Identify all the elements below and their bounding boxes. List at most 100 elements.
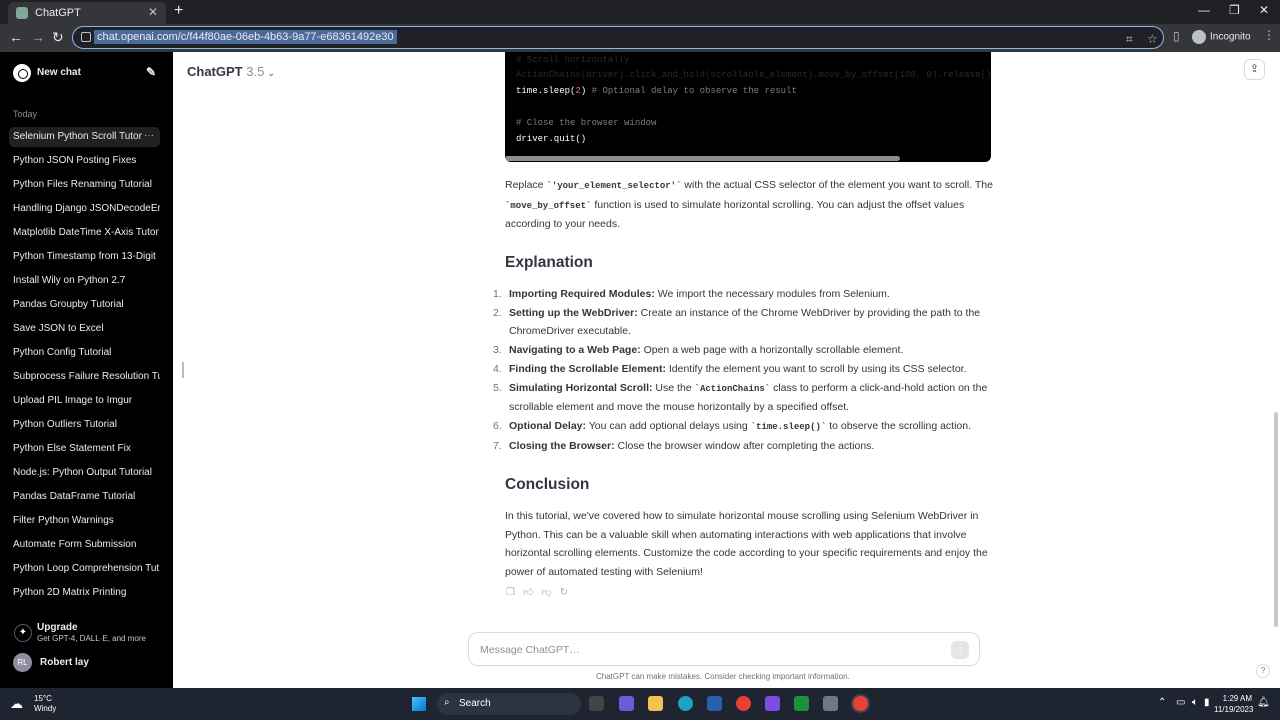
- chat-history-item[interactable]: Handling Django JSONDecodeErr: [9, 199, 160, 219]
- browser-toolbar: ← → ↻ chat.openai.com/c/f44f80ae-06eb-4b…: [0, 24, 1280, 52]
- page-scrollbar[interactable]: [1274, 412, 1278, 627]
- side-panel-icon[interactable]: ▯: [1173, 29, 1180, 43]
- heading-explanation: Explanation: [505, 254, 593, 271]
- chat-app-icon[interactable]: [619, 696, 634, 711]
- chat-history-item[interactable]: Node.js: Python Output Tutorial: [9, 463, 160, 483]
- store-icon[interactable]: [707, 696, 722, 711]
- section-label-today: Today: [13, 109, 38, 119]
- new-chat-button[interactable]: New chat ✎: [13, 64, 158, 84]
- reload-icon[interactable]: ↻: [52, 29, 64, 46]
- chat-history-item[interactable]: Matplotlib DateTime X-Axis Tutor: [9, 223, 160, 243]
- list-number: 7.: [493, 439, 502, 452]
- show-hidden-icons-icon[interactable]: ⌃: [1158, 697, 1166, 708]
- regenerate-icon[interactable]: ↻: [560, 587, 568, 598]
- browser-menu-icon[interactable]: ⋮: [1263, 28, 1275, 42]
- weather-widget[interactable]: 15°C Windy: [34, 694, 56, 714]
- chat-history-item[interactable]: Selenium Python Scroll Tutor ···: [9, 127, 160, 147]
- upgrade-subtitle: Get GPT-4, DALL·E, and more: [37, 634, 146, 643]
- task-view-icon[interactable]: [589, 696, 604, 711]
- chrome-active-icon[interactable]: [853, 696, 868, 711]
- chat-history-item[interactable]: Python Files Renaming Tutorial: [9, 175, 160, 195]
- upgrade-button[interactable]: ✦ Upgrade Get GPT-4, DALL·E, and more: [13, 622, 163, 648]
- notifications-icon[interactable]: 🔔︎: [1257, 697, 1270, 708]
- disclaimer: ChatGPT can make mistakes. Consider chec…: [596, 672, 850, 681]
- chat-history-item[interactable]: Python JSON Posting Fixes: [9, 151, 160, 171]
- system-clock[interactable]: 1:29 AM 11/19/2023: [1214, 693, 1253, 715]
- chat-history-label: Python Files Renaming Tutorial: [13, 179, 152, 190]
- model-version: 3.5: [246, 64, 265, 79]
- chat-history-item[interactable]: Automate Form Submission: [9, 535, 160, 555]
- copy-icon[interactable]: ❐: [506, 587, 515, 598]
- thumbs-up-icon[interactable]: 👍︎: [523, 587, 533, 598]
- step-text: Identify the element you want to scroll …: [665, 362, 967, 375]
- browser-tab[interactable]: ChatGPT ✕: [8, 2, 166, 24]
- step-title: Navigating to a Web Page:: [509, 344, 641, 357]
- chat-history-item[interactable]: Python Config Tutorial: [9, 343, 160, 363]
- incognito-indicator[interactable]: Incognito: [1192, 30, 1251, 44]
- help-icon[interactable]: ?: [1256, 664, 1270, 678]
- list-number: 2.: [493, 306, 502, 319]
- url-text[interactable]: chat.openai.com/c/f44f80ae-06eb-4b63-9a7…: [94, 30, 397, 44]
- share-icon[interactable]: ⇪: [1244, 59, 1265, 80]
- close-tab-icon[interactable]: ✕: [148, 5, 158, 19]
- maximize-icon[interactable]: ❐: [1229, 3, 1240, 17]
- code-scrollbar[interactable]: [505, 156, 900, 161]
- battery-icon[interactable]: ▮: [1204, 697, 1210, 708]
- forward-icon[interactable]: →: [31, 29, 45, 45]
- more-options-icon[interactable]: ···: [144, 130, 154, 141]
- code-line: driver.quit(): [516, 134, 587, 144]
- chat-history-label: Upload PIL Image to Imgur: [13, 395, 133, 406]
- taskbar-search[interactable]: ⌕ Search: [437, 693, 581, 715]
- address-bar[interactable]: chat.openai.com/c/f44f80ae-06eb-4b63-9a7…: [72, 26, 1164, 49]
- close-window-icon[interactable]: ✕: [1259, 3, 1269, 17]
- chat-history-item[interactable]: Python Timestamp from 13-Digit: [9, 247, 160, 267]
- weather-icon[interactable]: ☁: [10, 696, 23, 712]
- chat-history-item[interactable]: Install Wily on Python 2.7: [9, 271, 160, 291]
- list-item: 6. Optional Delay: You can add optional d…: [491, 417, 991, 437]
- site-info-icon[interactable]: [81, 32, 91, 42]
- edge-icon[interactable]: [678, 696, 693, 711]
- chat-history-item[interactable]: Upload PIL Image to Imgur: [9, 391, 160, 411]
- sidebar-resize-handle[interactable]: [182, 362, 184, 378]
- file-explorer-icon[interactable]: [648, 696, 663, 711]
- chat-history-item[interactable]: Pandas Groupby Tutorial: [9, 295, 160, 315]
- chat-history-item[interactable]: Save JSON to Excel: [9, 319, 160, 339]
- new-tab-icon[interactable]: +: [174, 2, 183, 20]
- windows-start-icon[interactable]: [412, 697, 426, 711]
- network-icon[interactable]: ▭: [1176, 697, 1185, 708]
- inline-code: `move_by_offset`: [505, 200, 592, 211]
- chat-history-label: Python 2D Matrix Printing: [13, 587, 127, 598]
- avatar: RL: [13, 653, 32, 672]
- list-number: 4.: [493, 362, 502, 375]
- chat-history-item[interactable]: Python Else Statement Fix: [9, 439, 160, 459]
- step-title: Optional Delay:: [509, 419, 587, 432]
- inline-code: `time.sleep()`: [750, 421, 827, 432]
- excel-icon[interactable]: [794, 696, 809, 711]
- app-icon[interactable]: [765, 696, 780, 711]
- chat-history-item[interactable]: Filter Python Warnings: [9, 511, 160, 531]
- thumbs-down-icon[interactable]: 👎︎: [541, 587, 551, 598]
- bookmark-star-icon[interactable]: ☆: [1147, 32, 1158, 46]
- message-input[interactable]: Message ChatGPT… ↑: [468, 632, 980, 666]
- chat-history-label: Python Loop Comprehension Tut: [13, 563, 160, 574]
- chat-history-item[interactable]: Python 2D Matrix Printing: [9, 583, 160, 603]
- install-app-icon[interactable]: ⌗: [1126, 32, 1133, 47]
- chrome-icon[interactable]: [736, 696, 751, 711]
- chat-history-item[interactable]: Pandas DataFrame Tutorial: [9, 487, 160, 507]
- send-icon[interactable]: ↑: [951, 641, 969, 659]
- chat-history-label: Node.js: Python Output Tutorial: [13, 467, 152, 478]
- volume-icon[interactable]: 🔈︎: [1192, 697, 1198, 708]
- chat-history-item[interactable]: Subprocess Failure Resolution Tu: [9, 367, 160, 387]
- code-comment: # Close the browser window: [516, 118, 657, 128]
- chat-history-item[interactable]: Python Outliers Tutorial: [9, 415, 160, 435]
- minimize-icon[interactable]: —: [1198, 3, 1210, 17]
- model-selector[interactable]: ChatGPT 3.5 ⌄: [187, 64, 275, 79]
- list-item: 3. Navigating to a Web Page: Open a web p…: [491, 341, 991, 360]
- user-menu[interactable]: RL Robert lay: [13, 653, 163, 673]
- chat-history-label: Python Outliers Tutorial: [13, 419, 117, 430]
- edit-icon[interactable]: ✎: [146, 65, 156, 79]
- chat-history-item[interactable]: Python Loop Comprehension Tut: [9, 559, 160, 579]
- chat-history-label: Matplotlib DateTime X-Axis Tutor: [13, 227, 159, 238]
- app-icon[interactable]: [823, 696, 838, 711]
- back-icon[interactable]: ←: [9, 29, 23, 45]
